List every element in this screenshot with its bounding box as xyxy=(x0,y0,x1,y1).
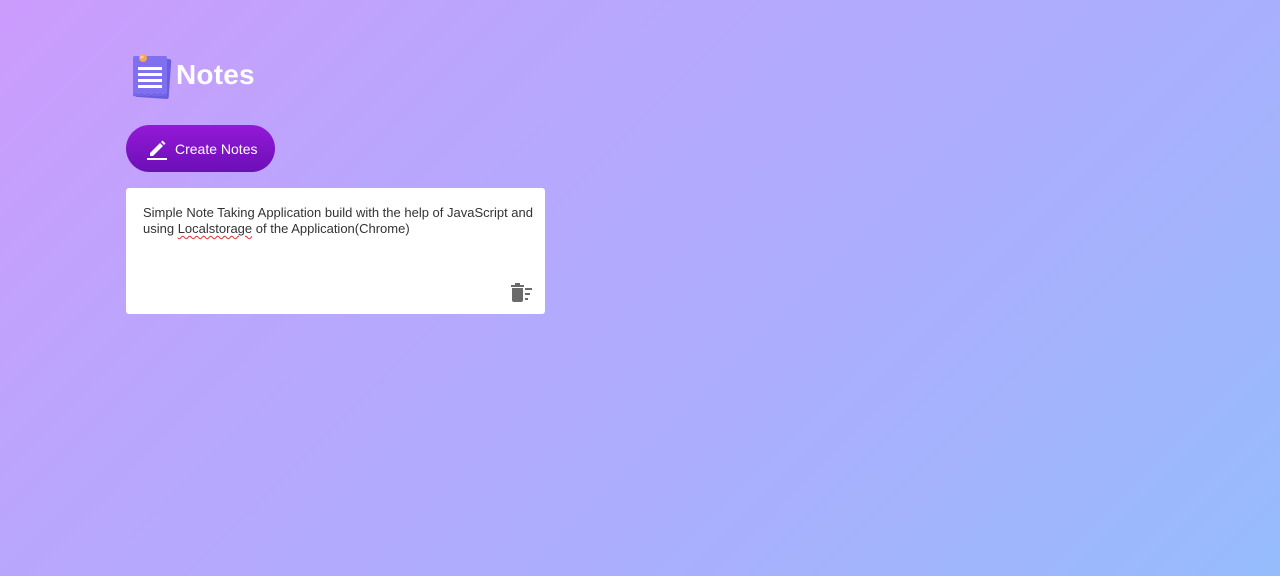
note-misspelled-word: Localstorage xyxy=(177,221,253,236)
note-text-end: of the Application(Chrome) xyxy=(252,221,410,236)
app-title: Notes xyxy=(176,59,255,90)
app-header: Notes xyxy=(130,50,255,100)
delete-sweep-icon[interactable] xyxy=(509,282,535,304)
notepad-icon xyxy=(130,50,174,100)
note-card: Simple Note Taking Application build wit… xyxy=(126,188,545,314)
note-textarea[interactable]: Simple Note Taking Application build wit… xyxy=(143,205,533,285)
create-notes-label: Create Notes xyxy=(175,140,258,157)
create-notes-button[interactable]: Create Notes xyxy=(126,125,275,172)
pen-icon xyxy=(146,138,168,160)
